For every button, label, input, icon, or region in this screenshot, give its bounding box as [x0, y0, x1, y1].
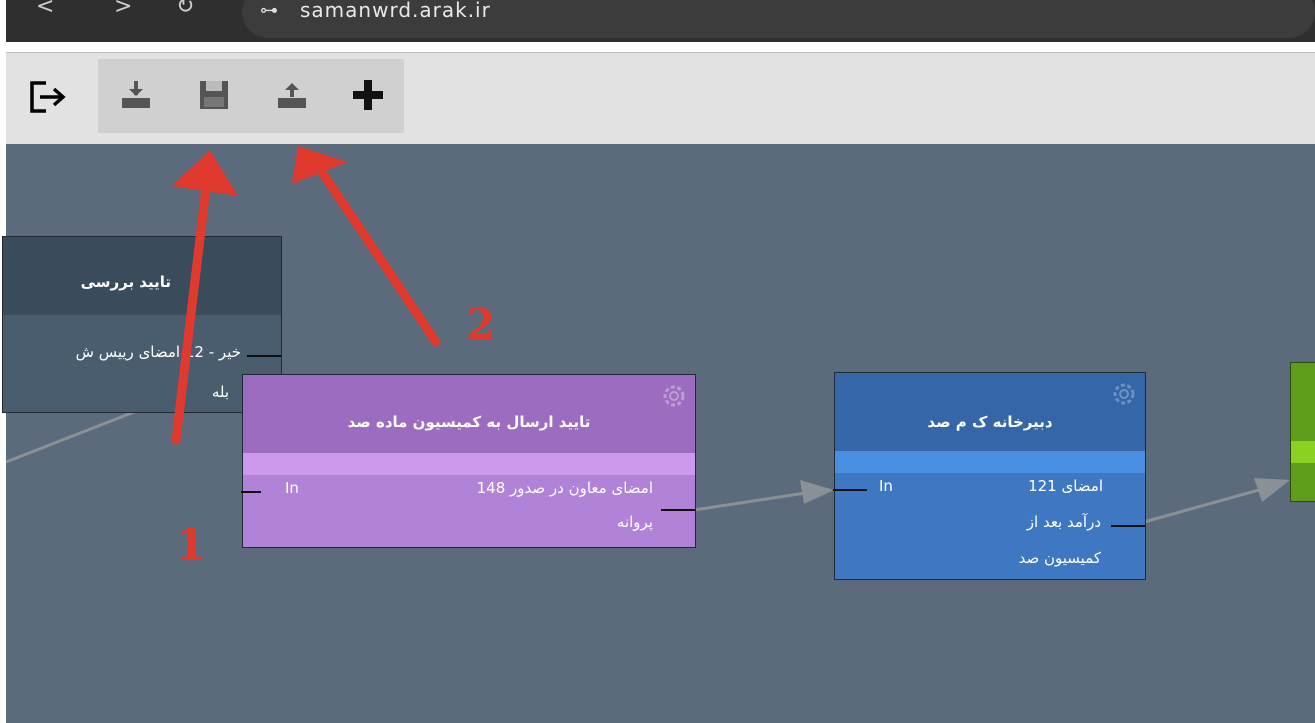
output-label: کمیسیون صد — [1018, 549, 1101, 567]
input-port[interactable] — [833, 489, 867, 491]
node-band — [243, 453, 695, 475]
workflow-node-secretariat[interactable]: دبیرخانه ک م صد In امضای 121 درآمد بعد ا… — [833, 372, 1146, 580]
tool-group — [98, 59, 404, 133]
workflow-node-review[interactable]: تایید بررسی خیر - 12 امضای رییس ش بله — [2, 236, 282, 413]
output-label: امضای معاون در صدور 148 — [476, 479, 653, 497]
node-title: تایید ارسال به کمیسیون ماده صد — [347, 413, 591, 431]
annotation-label-2: 2 — [466, 300, 496, 349]
output-port[interactable] — [661, 509, 695, 511]
add-icon — [353, 80, 383, 110]
exit-icon — [30, 81, 66, 113]
back-button[interactable]: < — [36, 0, 54, 19]
workflow-node-send-to-commission[interactable]: تایید ارسال به کمیسیون ماده صد In امضای … — [241, 374, 696, 548]
node-header — [835, 373, 1145, 451]
browser-bar: < > ↻ ⊶ samanwrd.arak.ir — [6, 0, 1315, 42]
save-icon — [200, 81, 228, 109]
output-label: خیر - 12 امضای رییس ش — [75, 343, 241, 361]
input-port[interactable] — [241, 491, 261, 493]
site-info-icon[interactable]: ⊶ — [260, 0, 278, 21]
node-band — [835, 451, 1145, 473]
import-button[interactable] — [118, 77, 154, 113]
output-label: بله — [211, 383, 229, 401]
gear-icon[interactable] — [661, 383, 687, 409]
forward-button[interactable]: > — [114, 0, 132, 19]
node-body — [3, 329, 281, 412]
input-label: In — [285, 479, 299, 497]
import-icon — [122, 81, 150, 108]
output-label: امضای 121 — [1028, 477, 1103, 495]
address-bar[interactable]: ⊶ samanwrd.arak.ir — [242, 0, 1315, 38]
node-title: تایید بررسی — [80, 273, 171, 291]
toolbar — [6, 52, 1315, 145]
input-label: In — [879, 477, 893, 495]
export-button[interactable] — [274, 77, 310, 113]
save-button[interactable] — [196, 77, 232, 113]
export-icon — [278, 83, 306, 108]
url-text[interactable]: samanwrd.arak.ir — [300, 0, 491, 22]
node-band — [1291, 441, 1315, 463]
exit-button[interactable] — [26, 77, 70, 117]
node-title: دبیرخانه ک م صد — [927, 413, 1053, 431]
output-label: پروانه — [616, 513, 653, 531]
workflow-node-next[interactable] — [1290, 362, 1315, 502]
output-port[interactable] — [247, 355, 281, 357]
add-button[interactable] — [350, 77, 386, 113]
annotation-label-1: 1 — [176, 520, 206, 569]
output-label: درآمد بعد از — [1026, 513, 1101, 531]
node-band — [3, 315, 281, 329]
output-port[interactable] — [1111, 525, 1145, 527]
gear-icon[interactable] — [1111, 381, 1137, 407]
reload-button[interactable]: ↻ — [176, 0, 194, 19]
